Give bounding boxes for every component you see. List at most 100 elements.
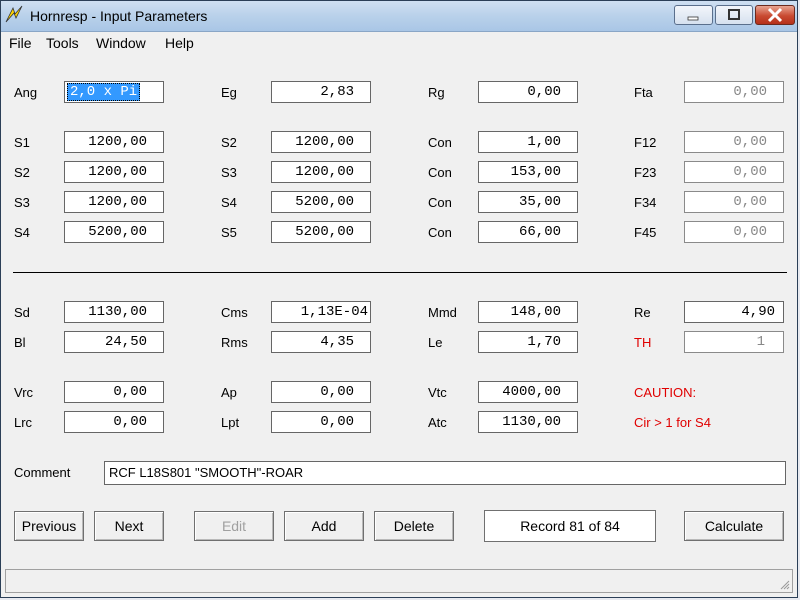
con4-field[interactable]: 66,00 xyxy=(478,221,578,243)
s2-row-field[interactable]: 1200,00 xyxy=(64,161,164,183)
f12-field[interactable]: 0,00 xyxy=(684,131,784,153)
re-label: Re xyxy=(634,305,651,320)
con2-field[interactable]: 153,00 xyxy=(478,161,578,183)
fta-field[interactable]: 0,00 xyxy=(684,81,784,103)
ang-value: 2,0 x Pi xyxy=(67,83,141,101)
ap-label: Ap xyxy=(221,385,237,400)
menu-help[interactable]: Help xyxy=(165,35,194,51)
minimize-button[interactable] xyxy=(674,5,713,25)
calculate-label: Calculate xyxy=(704,518,764,534)
next-label: Next xyxy=(114,518,144,534)
rg-label: Rg xyxy=(428,85,445,100)
f23-field[interactable]: 0,00 xyxy=(684,161,784,183)
section-divider xyxy=(13,272,787,273)
s3-row-label: S3 xyxy=(14,195,30,210)
close-icon xyxy=(767,7,783,23)
f23-label: F23 xyxy=(634,165,657,180)
status-bar xyxy=(5,569,793,593)
minimize-icon xyxy=(687,16,699,21)
comment-field[interactable]: RCF L18S801 "SMOOTH"-ROAR xyxy=(104,461,786,485)
s3-label: S3 xyxy=(221,165,237,180)
close-button[interactable] xyxy=(755,5,795,25)
eg-label: Eg xyxy=(221,85,237,100)
re-field[interactable]: 4,90 xyxy=(684,301,784,323)
sd-label: Sd xyxy=(14,305,30,320)
maximize-button[interactable] xyxy=(715,5,753,25)
add-button[interactable]: Add xyxy=(284,511,364,541)
s4-field[interactable]: 5200,00 xyxy=(271,191,371,213)
menu-file[interactable]: File xyxy=(9,35,32,51)
restore-icon xyxy=(728,9,740,20)
ap-field[interactable]: 0,00 xyxy=(271,381,371,403)
s2-row-label: S2 xyxy=(14,165,30,180)
delete-label: Delete xyxy=(393,518,435,534)
th-label: TH xyxy=(634,335,652,350)
f34-field[interactable]: 0,00 xyxy=(684,191,784,213)
lrc-field[interactable]: 0,00 xyxy=(64,411,164,433)
input-parameters-panel: Ang 2,0 x Pi Eg 2,83 Rg 0,00 Fta 0,00 S1… xyxy=(5,55,793,563)
vrc-field[interactable]: 0,00 xyxy=(64,381,164,403)
con4-label: Con xyxy=(428,225,452,240)
s2-field[interactable]: 1200,00 xyxy=(271,131,371,153)
s1-label: S1 xyxy=(14,135,30,150)
comment-label: Comment xyxy=(14,465,71,480)
th-field[interactable]: 1 xyxy=(684,331,784,353)
mmd-label: Mmd xyxy=(428,305,457,320)
con2-label: Con xyxy=(428,165,452,180)
cms-label: Cms xyxy=(221,305,248,320)
edit-label: Edit xyxy=(221,518,247,534)
bl-field[interactable]: 24,50 xyxy=(64,331,164,353)
delete-button[interactable]: Delete xyxy=(374,511,454,541)
window-title: Hornresp - Input Parameters xyxy=(30,8,208,24)
eg-field[interactable]: 2,83 xyxy=(271,81,371,103)
f12-label: F12 xyxy=(634,135,657,150)
lrc-label: Lrc xyxy=(14,415,33,430)
s1-field[interactable]: 1200,00 xyxy=(64,131,164,153)
add-label: Add xyxy=(311,518,337,534)
bl-label: Bl xyxy=(14,335,26,350)
con3-label: Con xyxy=(428,195,452,210)
menu-bar: File Tools Window Help xyxy=(1,32,797,54)
lpt-label: Lpt xyxy=(221,415,240,430)
rms-field[interactable]: 4,35 xyxy=(271,331,371,353)
cms-field[interactable]: 1,13E-04 xyxy=(271,301,371,323)
lpt-field[interactable]: 0,00 xyxy=(271,411,371,433)
con1-label: Con xyxy=(428,135,452,150)
s5-label: S5 xyxy=(221,225,237,240)
con1-field[interactable]: 1,00 xyxy=(478,131,578,153)
vtc-label: Vtc xyxy=(428,385,447,400)
app-window: Hornresp - Input Parameters File Tools W… xyxy=(0,0,798,598)
calculate-button[interactable]: Calculate xyxy=(684,511,784,541)
edit-button[interactable]: Edit xyxy=(194,511,274,541)
next-button[interactable]: Next xyxy=(94,511,164,541)
mmd-field[interactable]: 148,00 xyxy=(478,301,578,323)
s4-row-label: S4 xyxy=(14,225,30,240)
resize-grip-icon[interactable] xyxy=(780,580,790,590)
s2-label: S2 xyxy=(221,135,237,150)
s3-field[interactable]: 1200,00 xyxy=(271,161,371,183)
s3-row-field[interactable]: 1200,00 xyxy=(64,191,164,213)
rg-field[interactable]: 0,00 xyxy=(478,81,578,103)
rms-label: Rms xyxy=(221,335,248,350)
f45-label: F45 xyxy=(634,225,657,240)
s4-row-field[interactable]: 5200,00 xyxy=(64,221,164,243)
fta-label: Fta xyxy=(634,85,653,100)
sd-field[interactable]: 1130,00 xyxy=(64,301,164,323)
f34-label: F34 xyxy=(634,195,657,210)
vtc-field[interactable]: 4000,00 xyxy=(478,381,578,403)
con3-field[interactable]: 35,00 xyxy=(478,191,578,213)
s4-label: S4 xyxy=(221,195,237,210)
f45-field[interactable]: 0,00 xyxy=(684,221,784,243)
ang-field[interactable]: 2,0 x Pi xyxy=(64,81,164,103)
title-bar[interactable]: Hornresp - Input Parameters xyxy=(1,1,797,32)
previous-button[interactable]: Previous xyxy=(14,511,84,541)
s5-field[interactable]: 5200,00 xyxy=(271,221,371,243)
le-field[interactable]: 1,70 xyxy=(478,331,578,353)
menu-tools[interactable]: Tools xyxy=(46,35,79,51)
caution-title: CAUTION: xyxy=(634,385,697,400)
menu-window[interactable]: Window xyxy=(96,35,146,51)
hornresp-app-icon[interactable] xyxy=(4,4,24,24)
atc-label: Atc xyxy=(428,415,447,430)
caution-message: Cir > 1 for S4 xyxy=(634,415,711,430)
atc-field[interactable]: 1130,00 xyxy=(478,411,578,433)
